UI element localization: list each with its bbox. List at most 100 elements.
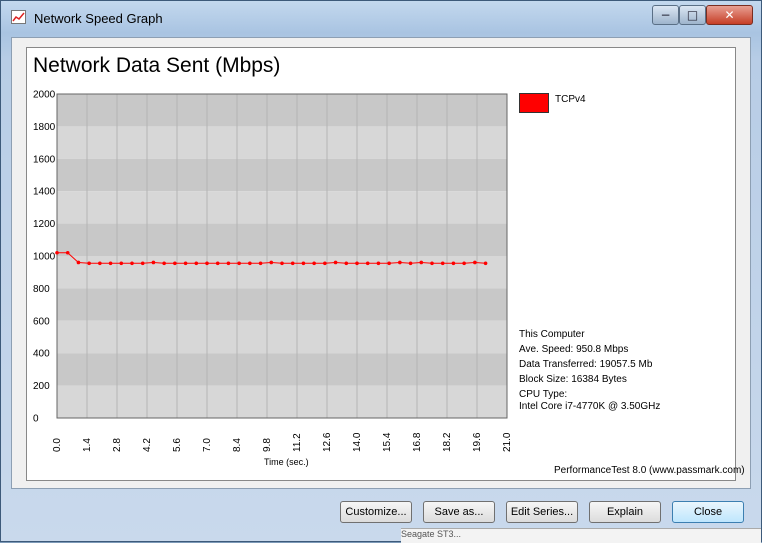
x-tick-label: 1.4 [82,438,93,452]
y-tick-label: 0 [33,414,39,425]
window-title: Network Speed Graph [34,11,163,26]
data-point [76,260,81,265]
y-tick-label: 1600 [33,154,56,165]
data-point [205,261,209,266]
data-point [130,261,134,266]
plot-band [57,158,507,192]
data-point [108,261,113,266]
background-window-strip: Seagate ST3... [401,528,761,543]
chart-panel: Network Data Sent (Mbps) 2000 1800 1600 140… [26,47,745,481]
customize-button[interactable]: Customize... [340,501,412,523]
legend-label-tcpv4: TCPv4 [555,94,586,105]
info-ave-speed: Ave. Speed: 950.8 Mbps [519,344,629,355]
x-tick-label: 0.0 [52,438,63,452]
info-block-size: Block Size: 16384 Bytes [519,374,627,385]
y-tick-label: 1200 [33,219,56,230]
client-area: Network Data Sent (Mbps) 2000 1800 1600 140… [11,37,751,489]
data-point [119,261,124,266]
x-tick-label: 7.0 [202,438,213,452]
network-speed-graph-window: Network Speed Graph − □ ✕ Network Data S… [0,0,762,543]
data-point [440,261,445,266]
data-point [98,261,102,266]
data-point [365,261,370,266]
x-tick-label: 12.6 [322,432,333,452]
x-tick-label: 2.8 [112,438,123,452]
save-as-button[interactable]: Save as... [423,501,495,523]
y-tick-label: 200 [33,381,50,392]
y-tick-label: 1400 [33,187,56,198]
x-tick-label: 8.4 [232,438,243,452]
y-tick-label: 400 [33,349,50,360]
x-tick-label: 21.0 [502,432,513,452]
plot-band [57,288,507,321]
data-point [333,260,338,265]
x-tick-label: 18.2 [442,432,453,452]
x-tick-label: 4.2 [142,438,153,452]
info-cpu-type-label: CPU Type: [519,389,568,400]
plot-band [57,126,507,159]
minimize-button[interactable]: − [652,5,679,25]
data-point [483,261,488,266]
speed-chart: 20001800160014001200100080060040020000.0… [33,90,513,468]
x-tick-label: 9.8 [262,438,273,452]
data-point [140,261,145,266]
app-graph-icon [11,10,26,24]
maximize-button[interactable]: □ [679,5,706,25]
x-tick-label: 19.6 [472,432,483,452]
data-point [248,261,252,266]
data-point [237,261,241,266]
x-tick-label: 15.4 [382,432,393,452]
info-cpu: Intel Core i7-4770K @ 3.50GHz [519,401,661,412]
plot-band [57,256,507,289]
explain-button[interactable]: Explain [589,501,661,523]
plot-band [57,353,507,386]
data-point [344,261,349,266]
data-point [398,260,402,265]
data-point [258,261,263,266]
plot-band [57,320,507,354]
plot-band [57,223,507,256]
data-point [215,261,220,266]
data-point [387,261,391,266]
x-tick-label: 14.0 [352,432,363,452]
edit-series-button[interactable]: Edit Series... [506,501,578,523]
y-tick-label: 1000 [33,252,56,263]
credit-text: PerformanceTest 8.0 (www.passmark.com) [554,465,745,476]
data-point [408,261,413,266]
y-tick-label: 1800 [33,122,56,133]
data-point [87,261,91,266]
close-button[interactable]: Close [672,501,744,523]
data-point [226,261,231,266]
data-point [355,261,359,266]
data-point [430,261,434,266]
data-point [65,250,70,255]
x-tick-label: 16.8 [412,432,423,452]
data-point [183,261,188,266]
data-point [290,261,295,266]
info-data-transferred: Data Transferred: 19057.5 Mb [519,359,653,370]
plot-band [57,94,507,127]
data-point [151,260,156,265]
data-point [451,261,456,266]
data-point [376,261,381,266]
data-point [162,261,166,266]
x-tick-label: 5.6 [172,438,183,452]
x-tick-label: 11.2 [292,433,303,452]
data-point [269,260,274,265]
info-heading: This Computer [519,329,585,340]
legend-swatch-tcpv4 [519,93,549,113]
plot-band [57,191,507,224]
data-point [473,260,477,265]
window-close-button[interactable]: ✕ [706,5,753,25]
data-point [312,261,316,266]
data-point [323,261,327,266]
y-tick-label: 800 [33,284,50,295]
x-axis-label: Time (sec.) [264,457,309,467]
data-point [462,261,466,266]
title-bar[interactable]: Network Speed Graph − □ ✕ [1,1,761,35]
y-tick-label: 600 [33,316,50,327]
plot-band [57,385,507,418]
data-point [173,261,177,266]
data-point [280,261,284,266]
y-tick-label: 2000 [33,90,56,101]
